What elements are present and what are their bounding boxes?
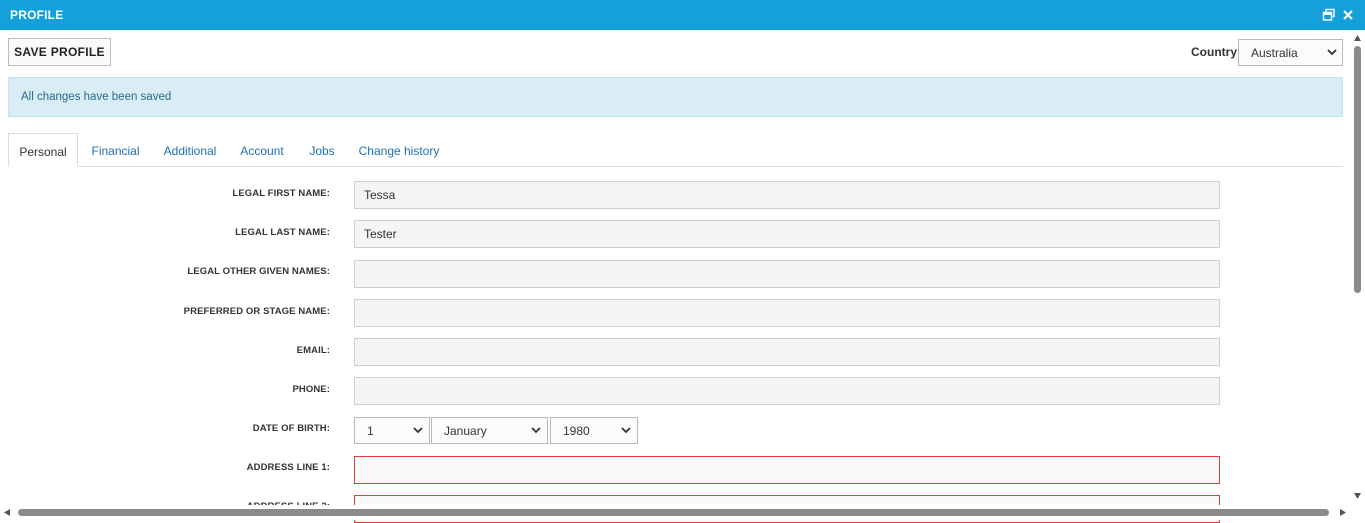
- close-icon[interactable]: [1341, 8, 1355, 22]
- chevron-down-icon: [531, 427, 541, 434]
- address-line-1-field[interactable]: [354, 456, 1220, 484]
- tab-account[interactable]: Account: [234, 133, 290, 167]
- dob-month-value: January: [444, 424, 487, 438]
- phone-label: PHONE:: [292, 384, 330, 395]
- dob-year-value: 1980: [563, 424, 590, 438]
- chevron-down-icon: [621, 427, 631, 434]
- profile-tabs: Personal Financial Additional Account Jo…: [8, 133, 1343, 167]
- chevron-down-icon: [1327, 49, 1337, 56]
- date-of-birth-label: DATE OF BIRTH:: [252, 423, 330, 434]
- window-titlebar: PROFILE: [0, 0, 1365, 30]
- alert-message: All changes have been saved: [21, 91, 172, 103]
- dob-year-select[interactable]: 1980: [550, 417, 638, 444]
- restore-window-icon[interactable]: [1322, 8, 1336, 22]
- last-name-label: LEGAL LAST NAME:: [235, 227, 330, 238]
- tab-jobs[interactable]: Jobs: [302, 133, 342, 167]
- last-name-field[interactable]: [354, 220, 1220, 248]
- tab-personal[interactable]: Personal: [8, 133, 78, 167]
- scroll-left-arrow-icon[interactable]: [3, 508, 11, 517]
- first-name-field[interactable]: [354, 181, 1220, 209]
- phone-field[interactable]: [354, 377, 1220, 405]
- dob-day-select[interactable]: 1: [354, 417, 430, 444]
- chevron-down-icon: [413, 427, 423, 434]
- other-names-field[interactable]: [354, 260, 1220, 288]
- scroll-up-arrow-icon[interactable]: [1353, 34, 1362, 42]
- horizontal-scrollbar[interactable]: [0, 505, 1365, 520]
- preferred-name-label: PREFERRED OR STAGE NAME:: [183, 306, 330, 317]
- tab-change-history[interactable]: Change history: [354, 133, 444, 167]
- country-select[interactable]: Australia: [1238, 39, 1343, 66]
- scroll-right-arrow-icon[interactable]: [1339, 508, 1347, 517]
- save-profile-button[interactable]: SAVE PROFILE: [8, 38, 111, 66]
- email-label: EMAIL:: [296, 345, 330, 356]
- dob-day-value: 1: [367, 424, 374, 438]
- window-title: PROFILE: [10, 8, 64, 22]
- preferred-name-field[interactable]: [354, 299, 1220, 327]
- vertical-scroll-thumb[interactable]: [1354, 46, 1361, 293]
- email-field[interactable]: [354, 338, 1220, 366]
- tab-additional[interactable]: Additional: [156, 133, 224, 167]
- horizontal-scroll-thumb[interactable]: [18, 509, 1329, 516]
- first-name-label: LEGAL FIRST NAME:: [232, 188, 330, 199]
- tab-financial[interactable]: Financial: [84, 133, 147, 167]
- success-alert: All changes have been saved: [8, 77, 1343, 117]
- dob-month-select[interactable]: January: [431, 417, 548, 444]
- address-line-1-label: ADDRESS LINE 1:: [246, 462, 330, 473]
- other-names-label: LEGAL OTHER GIVEN NAMES:: [187, 266, 330, 277]
- scroll-down-arrow-icon[interactable]: [1353, 492, 1362, 500]
- country-label: Country:: [1191, 45, 1241, 59]
- vertical-scrollbar[interactable]: [1350, 30, 1365, 505]
- country-select-value: Australia: [1251, 46, 1298, 60]
